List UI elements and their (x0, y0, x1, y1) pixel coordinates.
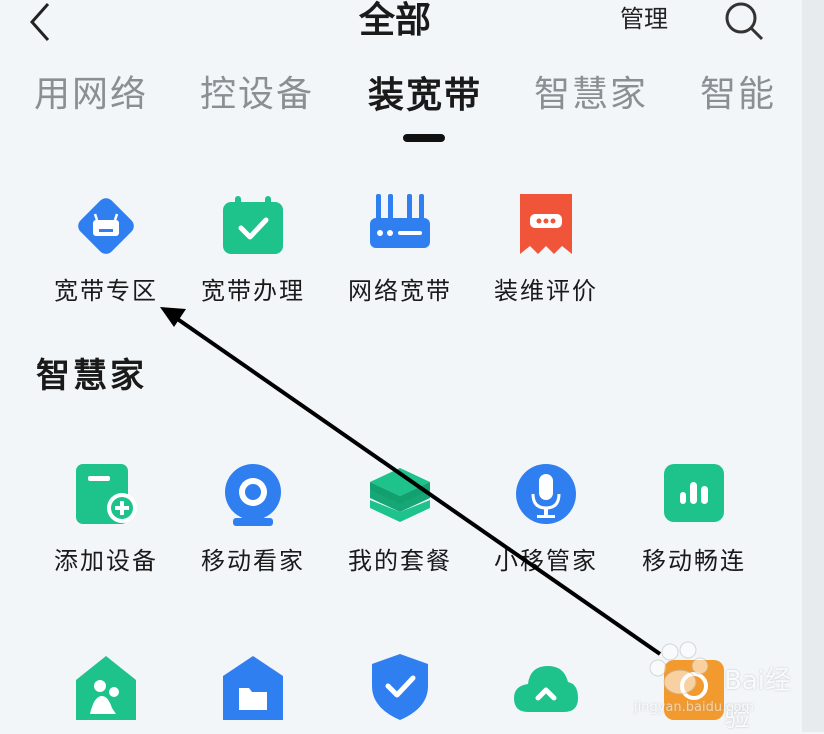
tab-smart[interactable]: 智能 (700, 70, 776, 120)
category-tabs: 用网络 控设备 装宽带 智慧家 智能 (0, 70, 802, 130)
search-icon (725, 2, 764, 41)
add-device-icon (76, 464, 137, 524)
rating-message-icon (520, 194, 572, 254)
watermark-url: jingyan.baidu.com (634, 700, 754, 715)
app-label: 宽带专区 (54, 277, 158, 305)
active-tab-indicator (403, 134, 445, 142)
layers-icon (370, 468, 430, 522)
app-label: 添加设备 (54, 547, 158, 575)
app-label: 装维评价 (494, 277, 598, 305)
baidu-watermark: Bai经验 jingyan.baidu.com (628, 638, 798, 733)
app-label: 移动看家 (201, 547, 305, 575)
camera-icon (225, 464, 281, 526)
folder-home-icon (223, 656, 283, 720)
family-home-icon (76, 656, 136, 720)
chat-icon (664, 464, 724, 522)
app-label: 移动畅连 (642, 547, 746, 575)
app-label: 小移管家 (494, 547, 598, 575)
tab-install-broadband[interactable]: 装宽带 (368, 70, 482, 120)
section-title-smart-home: 智慧家 (36, 356, 147, 396)
cloud-upload-icon (514, 666, 578, 712)
back-button[interactable] (28, 0, 64, 44)
router-antenna-icon (370, 194, 430, 248)
app-label: 宽带办理 (201, 277, 305, 305)
tab-use-network[interactable]: 用网络 (34, 70, 148, 120)
chevron-left-icon (29, 3, 50, 41)
app-label: 我的套餐 (348, 547, 452, 575)
page-title: 全部 (358, 0, 431, 41)
tab-smart-home[interactable]: 智慧家 (534, 70, 648, 120)
calendar-check-icon (223, 196, 283, 254)
app-label: 网络宽带 (348, 277, 452, 305)
search-button[interactable] (722, 0, 766, 44)
shield-check-icon (372, 654, 428, 720)
right-edge-strip (802, 0, 824, 732)
microphone-icon (516, 464, 576, 524)
watermark-text: Bai经验 (724, 666, 791, 733)
paw-icon (649, 641, 709, 695)
router-icon (78, 198, 134, 254)
manage-button[interactable]: 管理 (620, 4, 668, 34)
tab-control-device[interactable]: 控设备 (200, 70, 314, 120)
